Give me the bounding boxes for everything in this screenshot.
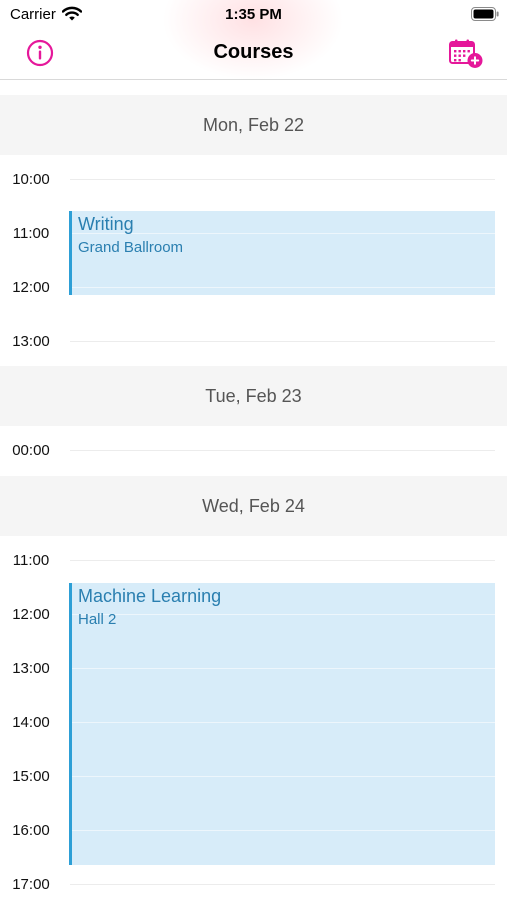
hour-line <box>70 450 495 451</box>
event-title: Machine Learning <box>78 586 222 606</box>
page-title: Courses <box>213 41 294 63</box>
event-gridline <box>72 776 495 777</box>
nav-divider <box>0 79 507 80</box>
event-title: Writing <box>78 214 134 234</box>
event-gridline <box>72 233 495 234</box>
event-location: Grand Ballroom <box>78 239 184 256</box>
hour-label: 14:00 <box>12 714 50 731</box>
event-card[interactable]: Machine Learning Hall 2 <box>69 583 495 865</box>
hour-line <box>70 341 495 342</box>
hour-label: 15:00 <box>12 768 50 785</box>
hour-label: 12:00 <box>12 606 50 623</box>
event-location: Hall 2 <box>78 611 117 628</box>
hour-label: 11:00 <box>12 225 50 242</box>
event-gridline <box>72 830 495 831</box>
event-gridline <box>72 614 495 615</box>
hour-label: 13:00 <box>12 660 50 677</box>
hour-label: 13:00 <box>12 333 50 350</box>
calendar-add-icon <box>449 39 483 68</box>
battery-icon <box>471 7 499 26</box>
hour-label: 00:00 <box>12 442 50 459</box>
hour-label: 16:00 <box>12 822 50 839</box>
info-button[interactable] <box>26 39 54 67</box>
add-to-calendar-button[interactable] <box>448 39 484 69</box>
event-gridline <box>72 668 495 669</box>
event-card[interactable]: Writing Grand Ballroom <box>69 211 495 295</box>
status-time: 1:35 PM <box>225 6 282 23</box>
event-gridline <box>72 287 495 288</box>
hour-label: 11:00 <box>12 552 50 569</box>
status-bar: Carrier 1:35 PM <box>0 0 507 30</box>
hour-line <box>70 884 495 885</box>
hour-label: 12:00 <box>12 279 50 296</box>
hour-label: 10:00 <box>12 171 50 188</box>
hour-label: 17:00 <box>12 876 50 893</box>
event-gridline <box>72 722 495 723</box>
day-header: Mon, Feb 22 <box>0 95 507 155</box>
day-header: Tue, Feb 23 <box>0 366 507 426</box>
info-icon <box>26 39 54 67</box>
day-header: Wed, Feb 24 <box>0 476 507 536</box>
hour-line <box>70 560 495 561</box>
hour-line <box>70 179 495 180</box>
